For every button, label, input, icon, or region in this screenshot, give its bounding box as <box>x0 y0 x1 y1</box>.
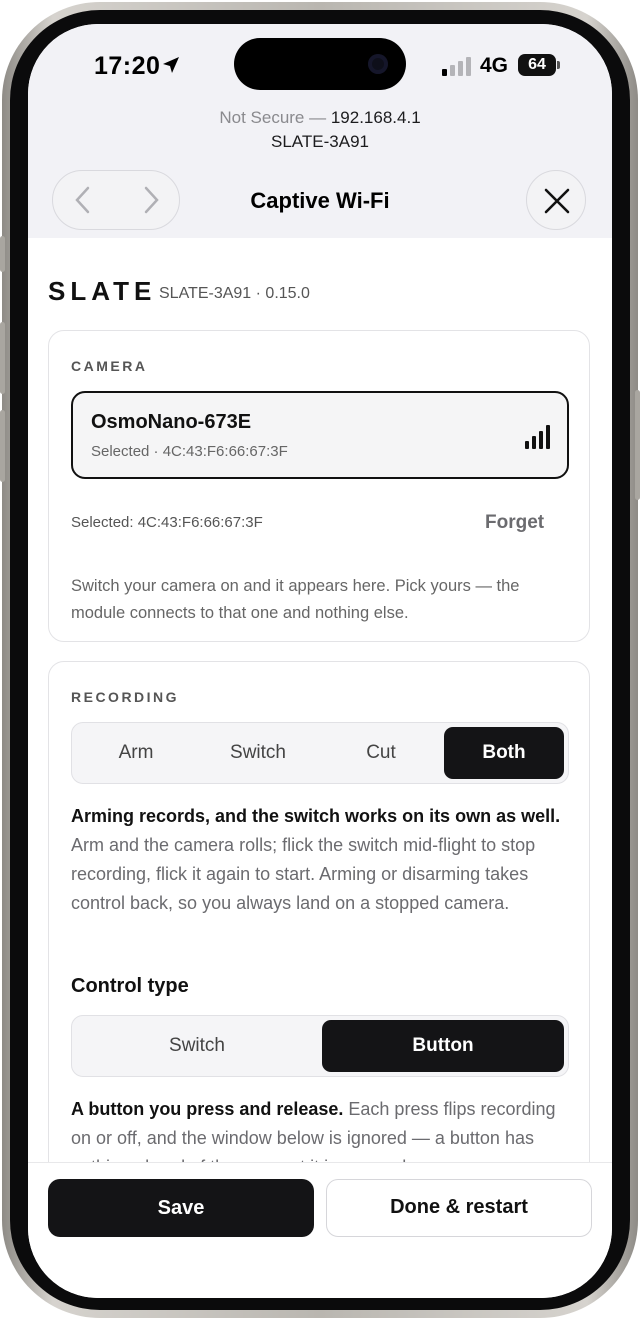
camera-name: OsmoNano-673E <box>91 411 252 433</box>
mode-description-body: Arm and the camera rolls; flick the swit… <box>71 835 536 913</box>
status-time: 17:20 <box>94 52 161 80</box>
front-camera <box>368 54 388 74</box>
battery-level: 64 <box>528 56 546 73</box>
done-restart-button[interactable]: Done & restart <box>326 1179 592 1237</box>
brand-logo: SLATE <box>48 276 157 306</box>
cellular-signal-icon <box>442 57 471 76</box>
control-switch[interactable]: Switch <box>76 1020 318 1072</box>
forget-button[interactable]: Forget <box>485 512 544 534</box>
power-button <box>635 390 640 500</box>
recording-mode-selector: Arm Switch Cut Both <box>71 722 569 784</box>
location-arrow-icon <box>163 57 179 73</box>
volume-down-button <box>0 410 5 482</box>
volume-up-button <box>0 322 5 394</box>
mode-cut[interactable]: Cut <box>321 727 441 779</box>
recording-card: RECORDING Arm Switch Cut Both Arming rec… <box>48 661 590 1221</box>
action-button <box>0 236 5 272</box>
action-bar: Save Done & restart <box>28 1162 612 1298</box>
url-host: 192.168.4.1 <box>330 108 421 127</box>
mode-both[interactable]: Both <box>444 727 564 779</box>
control-button[interactable]: Button <box>322 1020 564 1072</box>
control-type-title: Control type <box>71 975 189 997</box>
dynamic-island <box>234 38 406 90</box>
mode-arm[interactable]: Arm <box>76 727 196 779</box>
camera-section-title: CAMERA <box>71 358 148 374</box>
page-title: SLATE-3A91 <box>271 132 369 151</box>
recording-section-title: RECORDING <box>71 689 180 705</box>
mode-description: Arming records, and the switch works on … <box>71 802 571 918</box>
mode-description-lead: Arming records, and the switch works on … <box>71 806 561 826</box>
signal-strength-icon <box>525 425 550 449</box>
battery-nub <box>557 61 560 69</box>
close-icon <box>544 188 570 214</box>
sheet-title: Captive Wi-Fi <box>250 188 390 213</box>
mode-switch[interactable]: Switch <box>198 727 318 779</box>
camera-list-item[interactable]: OsmoNano-673E Selected · 4C:43:F6:66:67:… <box>71 391 569 479</box>
battery-icon: 64 <box>518 54 556 76</box>
control-description-lead: A button you press and release. <box>71 1099 344 1119</box>
close-button[interactable] <box>526 170 586 230</box>
network-type: 4G <box>480 54 509 77</box>
device-info: SLATE-3A91 · 0.15.0 <box>159 285 310 302</box>
save-button[interactable]: Save <box>48 1179 314 1237</box>
camera-detail: Selected · 4C:43:F6:66:67:3F <box>91 443 288 460</box>
control-type-selector: Switch Button <box>71 1015 569 1077</box>
url-bar[interactable]: Not Secure — 192.168.4.1 <box>28 108 612 128</box>
security-label: Not Secure — <box>219 108 327 127</box>
browser-chrome: 17:20 4G 64 Not Secure — 192.168.4.1 SLA… <box>28 24 612 238</box>
phone-screen: 17:20 4G 64 Not Secure — 192.168.4.1 SLA… <box>28 24 612 1298</box>
camera-card: CAMERA OsmoNano-673E Selected · 4C:43:F6… <box>48 330 590 642</box>
camera-help-text: Switch your camera on and it appears her… <box>71 577 520 622</box>
selected-mac: Selected: 4C:43:F6:66:67:3F <box>71 514 263 531</box>
